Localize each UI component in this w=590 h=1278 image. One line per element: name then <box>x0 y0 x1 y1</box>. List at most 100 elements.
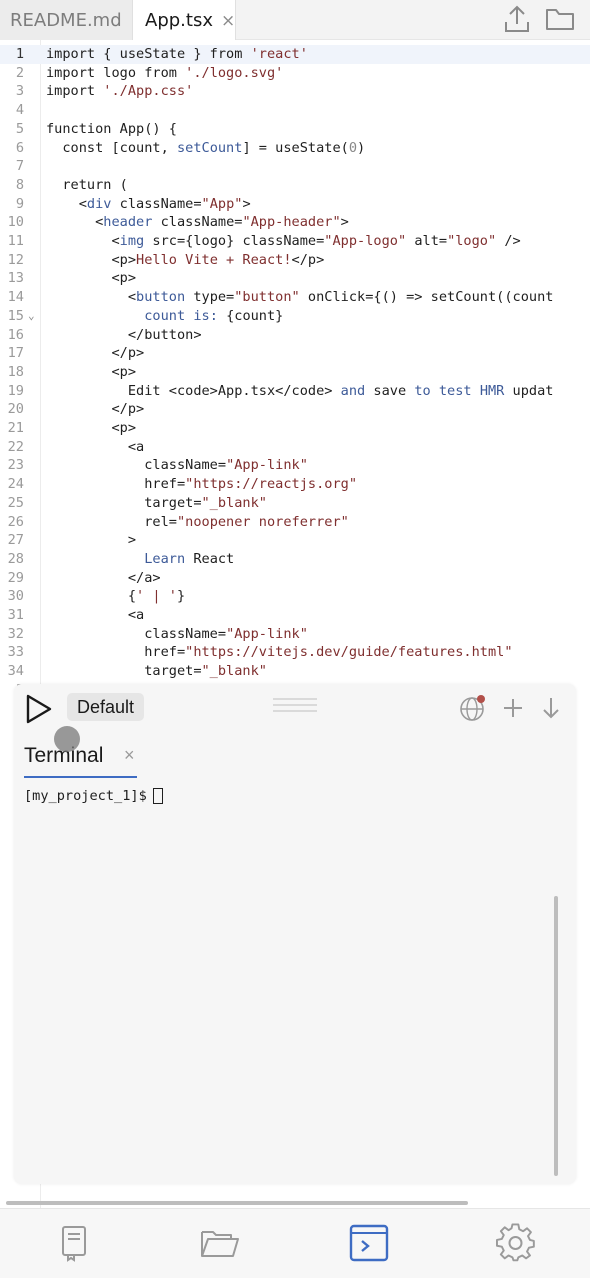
code-line[interactable]: 13 <p> <box>0 269 590 288</box>
code-text: function App() { <box>46 120 177 137</box>
line-number: 8 <box>15 176 24 193</box>
code-line[interactable]: 1 import { useState } from 'react' <box>0 45 590 64</box>
line-number: 25 <box>7 494 24 511</box>
code-text: count is: {count} <box>144 307 284 324</box>
code-line[interactable]: 17 </p> <box>0 344 590 363</box>
code-line[interactable]: 16 </button> <box>0 326 590 345</box>
globe-icon[interactable] <box>458 693 488 723</box>
code-text: return ( <box>46 176 128 193</box>
code-line[interactable]: 21 <p> <box>0 419 590 438</box>
line-number: 11 <box>7 233 24 249</box>
line-number: 21 <box>7 420 24 436</box>
code-text: </p> <box>46 345 145 362</box>
close-icon[interactable]: × <box>124 745 135 766</box>
gear-icon[interactable] <box>494 1221 538 1265</box>
code-text: const [count, setCount] = useState(0) <box>46 139 366 156</box>
line-number: 30 <box>7 588 24 605</box>
line-number: 12 <box>7 251 24 268</box>
code-line[interactable]: 24 href="https://reactjs.org" <box>0 475 590 494</box>
tab-readme[interactable]: README.md <box>0 0 132 40</box>
line-number: 3 <box>15 83 24 100</box>
code-line[interactable]: 3 import './App.css' <box>0 82 590 101</box>
code-text: className="App-link" <box>46 457 308 474</box>
code-line[interactable]: 30 {' | '} <box>0 587 590 606</box>
code-line[interactable]: 15 ⌄ count is: {count} <box>0 307 590 326</box>
line-number: 20 <box>7 401 24 418</box>
line-number: 15 <box>7 307 24 324</box>
code-text: rel="noopener noreferrer" <box>46 513 349 530</box>
code-line[interactable]: 31 <a <box>0 606 590 625</box>
fold-chevron-icon[interactable]: ⌄ <box>28 307 35 326</box>
line-number: 19 <box>7 382 24 399</box>
terminal-scrollbar[interactable] <box>554 896 558 1176</box>
code-text: Edit <code>App.tsx</code> and save to te… <box>46 382 554 399</box>
code-line[interactable]: 14 <button type="button" onClick={() => … <box>0 288 590 307</box>
line-number: 18 <box>7 363 24 380</box>
plus-icon[interactable] <box>498 693 528 723</box>
code-text: import { useState } from 'react' <box>46 46 308 62</box>
tab-app-tsx[interactable]: App.tsx × <box>132 0 236 41</box>
code-line[interactable]: 7 <box>0 157 590 176</box>
code-line[interactable]: 6 const [count, setCount] = useState(0) <box>0 139 590 158</box>
line-number: 13 <box>7 270 24 287</box>
folder-icon[interactable] <box>543 2 577 36</box>
code-text: <p> <box>46 363 137 380</box>
code-line[interactable]: 9 <div className="App"> <box>0 195 590 214</box>
line-number: 26 <box>7 513 24 530</box>
terminal-icon[interactable] <box>347 1221 391 1265</box>
line-number: 22 <box>7 438 24 455</box>
line-number: 29 <box>7 569 24 586</box>
tab-close-icon[interactable]: × <box>221 11 235 31</box>
code-line[interactable]: 8 return ( <box>0 176 590 195</box>
code-line[interactable]: 29 </a> <box>0 569 590 588</box>
code-line[interactable]: 34 target="_blank" <box>0 662 590 681</box>
terminal-prompt[interactable]: [my_project_1]$ <box>24 788 163 804</box>
code-line[interactable]: 32 className="App-link" <box>0 625 590 644</box>
code-text: <a <box>46 607 145 623</box>
folder-open-icon[interactable] <box>198 1221 242 1265</box>
code-line[interactable]: 28 Learn React <box>0 550 590 569</box>
code-line[interactable]: 4 <box>0 101 590 120</box>
horizontal-scrollbar[interactable] <box>6 1201 468 1205</box>
line-number: 31 <box>7 607 24 623</box>
line-number: 10 <box>7 214 24 231</box>
line-number: 2 <box>15 64 24 81</box>
code-line[interactable]: 20 </p> <box>0 400 590 419</box>
code-text: <div className="App"> <box>46 195 251 212</box>
panel-drag-handle[interactable] <box>273 698 317 716</box>
line-number: 9 <box>15 195 24 212</box>
code-line[interactable]: 11 <img src={logo} className="App-logo" … <box>0 232 590 251</box>
code-text: <p>Hello Vite + React!</p> <box>46 251 325 268</box>
line-number: 24 <box>7 476 24 493</box>
line-number: 17 <box>7 345 24 362</box>
code-line[interactable]: 10 <header className="App-header"> <box>0 213 590 232</box>
line-number: 34 <box>7 663 24 680</box>
code-line[interactable]: 33 href="https://vitejs.dev/guide/featur… <box>0 643 590 662</box>
line-number: 14 <box>7 289 24 306</box>
bottom-navigation <box>0 1208 590 1278</box>
book-icon[interactable] <box>52 1221 96 1265</box>
code-line[interactable]: 27 > <box>0 531 590 550</box>
code-line[interactable]: 26 rel="noopener noreferrer" <box>0 513 590 532</box>
arrow-down-icon[interactable] <box>536 693 566 723</box>
code-line[interactable]: 23 className="App-link" <box>0 456 590 475</box>
line-number: 4 <box>15 102 24 119</box>
code-line[interactable]: 22 <a <box>0 438 590 457</box>
line-number: 23 <box>7 457 24 474</box>
terminal-panel: Default Terminal × [my_project_1]$ <box>14 684 576 1184</box>
tab-terminal[interactable]: Terminal <box>24 740 137 778</box>
editor-tab-bar: README.md App.tsx × <box>0 0 590 41</box>
code-line[interactable]: 18 <p> <box>0 363 590 382</box>
run-profile-selector[interactable]: Default <box>67 693 145 721</box>
upload-icon[interactable] <box>500 2 534 36</box>
code-text: Learn React <box>144 550 235 567</box>
play-icon[interactable] <box>24 692 54 726</box>
code-text: <header className="App-header"> <box>46 214 349 231</box>
code-line[interactable]: 5 function App() { <box>0 120 590 139</box>
code-line[interactable]: 19 Edit <code>App.tsx</code> and save to… <box>0 382 590 401</box>
code-line[interactable]: 2 import logo from './logo.svg' <box>0 64 590 83</box>
code-text: import logo from './logo.svg' <box>46 64 284 81</box>
code-line[interactable]: 12 <p>Hello Vite + React!</p> <box>0 251 590 270</box>
code-line[interactable]: 25 target="_blank" <box>0 494 590 513</box>
code-text: <a <box>46 438 145 455</box>
